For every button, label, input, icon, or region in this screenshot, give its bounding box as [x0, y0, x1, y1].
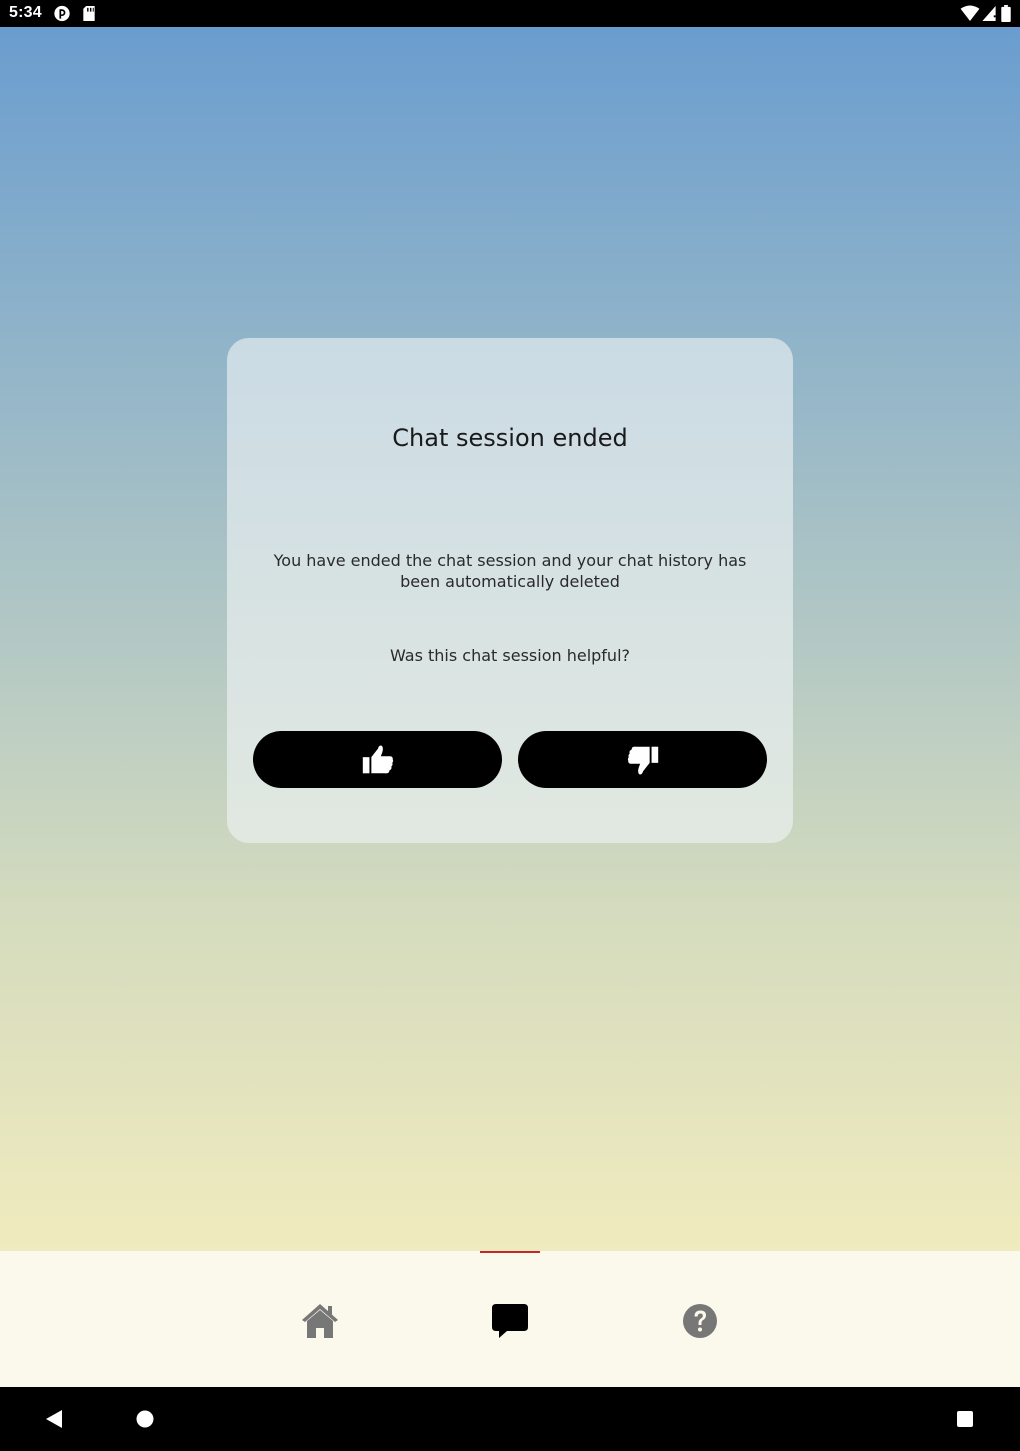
nav-home[interactable] — [298, 1299, 342, 1343]
back-icon — [46, 1410, 62, 1428]
system-recents-button[interactable] — [953, 1407, 977, 1431]
chat-bubble-icon — [492, 1304, 528, 1338]
battery-icon — [1001, 5, 1011, 22]
active-tab-indicator — [480, 1251, 540, 1253]
home-circle-icon — [136, 1410, 154, 1428]
recents-icon — [957, 1411, 973, 1427]
nav-help[interactable] — [678, 1299, 722, 1343]
screen: 5:34 Chat session ended You have ended t… — [0, 0, 1020, 1451]
bottom-navigation — [0, 1251, 1020, 1387]
system-home-button[interactable] — [133, 1407, 157, 1431]
nav-chat[interactable] — [488, 1299, 532, 1343]
app-notification-icon — [54, 5, 70, 22]
sd-card-icon — [83, 5, 95, 22]
dialog-title: Chat session ended — [392, 424, 628, 452]
thumbs-down-icon — [627, 746, 658, 774]
status-time: 5:34 — [9, 4, 42, 21]
thumbs-up-button[interactable] — [253, 731, 502, 788]
thumbs-down-button[interactable] — [518, 731, 767, 788]
status-bar: 5:34 — [0, 0, 1020, 27]
feedback-question: Was this chat session helpful? — [389, 646, 630, 665]
thumbs-up-icon — [362, 745, 393, 773]
home-icon — [302, 1304, 338, 1338]
chat-ended-dialog: Chat session ended You have ended the ch… — [227, 338, 793, 843]
dialog-message: You have ended the chat session and your… — [273, 551, 747, 591]
cell-signal-icon — [982, 5, 996, 22]
system-navigation-bar — [0, 1387, 1020, 1451]
help-icon — [683, 1304, 717, 1338]
system-back-button[interactable] — [42, 1407, 66, 1431]
wifi-icon — [960, 5, 980, 22]
chat-screen-background: Chat session ended You have ended the ch… — [0, 27, 1020, 1251]
